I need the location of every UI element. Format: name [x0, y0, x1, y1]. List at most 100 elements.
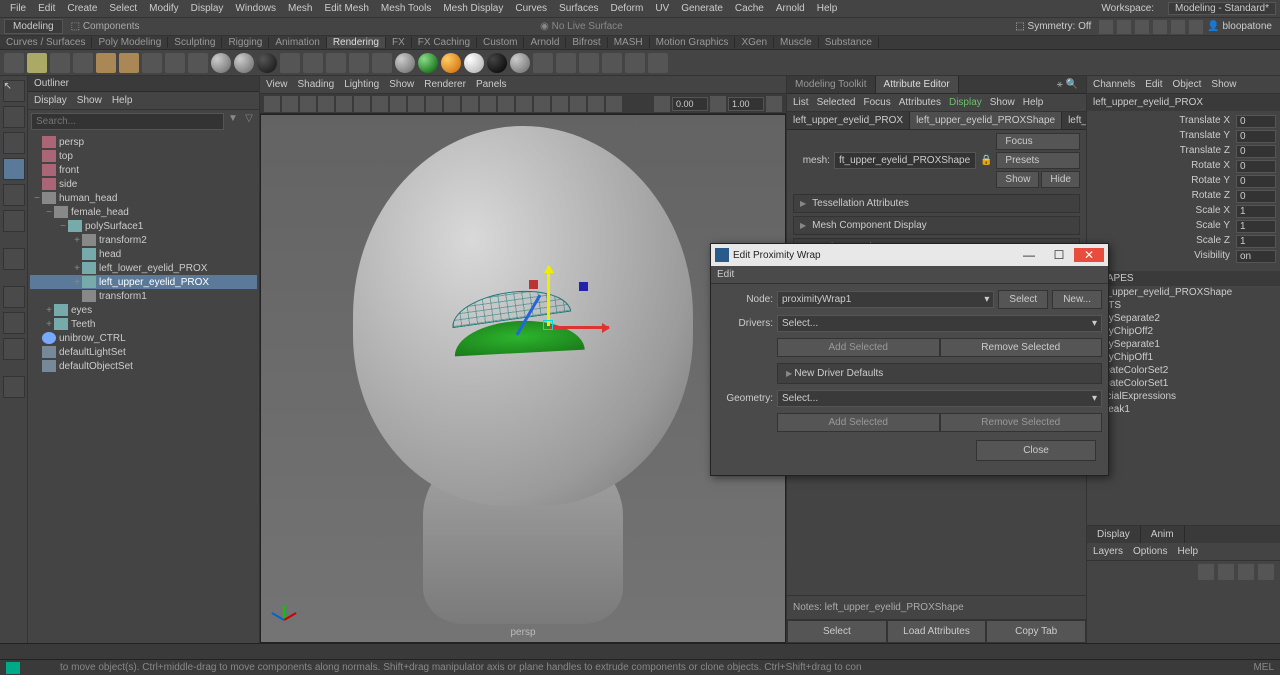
status-icon[interactable] [1153, 20, 1167, 34]
attr-menu-help[interactable]: Help [1023, 97, 1044, 108]
channel-menu-object[interactable]: Object [1173, 79, 1202, 90]
shelf-tab-animation[interactable]: Animation [269, 37, 326, 48]
timeline[interactable] [0, 643, 1280, 659]
anim-tab[interactable]: Anim [1141, 526, 1185, 543]
lasso-tool[interactable] [3, 106, 25, 128]
menu-mesh-tools[interactable]: Mesh Tools [375, 3, 437, 14]
geometry-remove-selected-button[interactable]: Remove Selected [940, 413, 1103, 432]
material-sphere-icon[interactable] [510, 53, 530, 73]
viewport-menu-shading[interactable]: Shading [298, 79, 335, 90]
outliner-item-polysurface1[interactable]: −polySurface1 [30, 219, 257, 233]
layout-tool[interactable] [3, 376, 25, 398]
menu-display[interactable]: Display [185, 3, 230, 14]
menu-generate[interactable]: Generate [675, 3, 729, 14]
outliner-menu-show[interactable]: Show [77, 95, 102, 106]
channel-visibility[interactable]: Visibilityon [1091, 249, 1276, 264]
drivers-add-selected-button[interactable]: Add Selected [777, 338, 940, 357]
menu-windows[interactable]: Windows [229, 3, 282, 14]
shelf-icon[interactable] [142, 53, 162, 73]
shelf-icon[interactable] [165, 53, 185, 73]
focus-button[interactable]: Focus [996, 133, 1080, 150]
mesh-name-input[interactable] [834, 152, 976, 169]
shelf-icon[interactable] [4, 53, 24, 73]
shelf-icon[interactable] [372, 53, 392, 73]
outliner-item-transform1[interactable]: transform1 [30, 289, 257, 303]
outliner-item-left-upper-eyelid-prox[interactable]: +left_upper_eyelid_PROX [30, 275, 257, 289]
menu-curves[interactable]: Curves [509, 3, 553, 14]
material-sphere-icon[interactable] [257, 53, 277, 73]
menu-deform[interactable]: Deform [605, 3, 650, 14]
shelf-tab-bifrost[interactable]: Bifrost [566, 37, 607, 48]
show-button[interactable]: Show [996, 171, 1039, 188]
close-dialog-button[interactable]: Close [976, 440, 1096, 461]
menu-help[interactable]: Help [811, 3, 844, 14]
channel-node-name[interactable]: left_upper_eyelid_PROX [1087, 94, 1280, 111]
channel-rotate-y[interactable]: Rotate Y0 [1091, 174, 1276, 189]
layer-icon[interactable] [1218, 564, 1234, 580]
viewport-menu-lighting[interactable]: Lighting [344, 79, 379, 90]
drivers-remove-selected-button[interactable]: Remove Selected [940, 338, 1103, 357]
material-sphere-icon[interactable] [234, 53, 254, 73]
viewport-menu-renderer[interactable]: Renderer [424, 79, 466, 90]
new-node-button[interactable]: New... [1052, 290, 1102, 309]
workspace-dropdown[interactable]: Modeling - Standard* [1168, 2, 1276, 15]
material-sphere-icon[interactable] [487, 53, 507, 73]
shelf-tab-custom[interactable]: Custom [477, 37, 524, 48]
geometry-add-selected-button[interactable]: Add Selected [777, 413, 940, 432]
attr-menu-selected[interactable]: Selected [817, 97, 856, 108]
menu-select[interactable]: Select [103, 3, 143, 14]
shelf-icon[interactable] [96, 53, 116, 73]
channel-translate-y[interactable]: Translate Y0 [1091, 129, 1276, 144]
material-sphere-icon[interactable] [211, 53, 231, 73]
shelf-icon[interactable] [119, 53, 139, 73]
layer-icon[interactable] [1238, 564, 1254, 580]
tab-modeling-toolkit[interactable]: Modeling Toolkit [787, 76, 876, 93]
shape-node[interactable]: reateColorSet1 [1087, 377, 1280, 390]
menu-arnold[interactable]: Arnold [770, 3, 811, 14]
viewport-icon[interactable] [264, 96, 280, 112]
hide-button[interactable]: Hide [1041, 171, 1080, 188]
shelf-icon[interactable] [625, 53, 645, 73]
copy-tab-button[interactable]: Copy Tab [986, 620, 1086, 643]
menu-cache[interactable]: Cache [729, 3, 770, 14]
channel-menu-edit[interactable]: Edit [1145, 79, 1162, 90]
channel-translate-z[interactable]: Translate Z0 [1091, 144, 1276, 159]
outliner-item-head[interactable]: head [30, 247, 257, 261]
maximize-button[interactable]: ☐ [1044, 248, 1074, 262]
symmetry-dropdown[interactable]: ⬚ Symmetry: Off [1015, 21, 1091, 32]
search-clear-icon[interactable]: ▼ [226, 113, 240, 130]
channel-menu-channels[interactable]: Channels [1093, 79, 1135, 90]
shelf-icon[interactable] [73, 53, 93, 73]
channel-scale-x[interactable]: Scale X1 [1091, 204, 1276, 219]
status-icon[interactable] [1135, 20, 1149, 34]
panel-icons[interactable]: ⚹ 🔍 [1049, 76, 1086, 93]
outliner-item-unibrow-ctrl[interactable]: unibrow_CTRL [30, 331, 257, 345]
shelf-icon[interactable] [349, 53, 369, 73]
menu-uv[interactable]: UV [649, 3, 675, 14]
shelf-tab-fx[interactable]: FX [386, 37, 412, 48]
username[interactable]: 👤 bloopatone [1203, 21, 1276, 32]
menu-edit[interactable]: Edit [32, 3, 61, 14]
dialog-edit-menu[interactable]: Edit [711, 266, 1108, 284]
outliner-item-top[interactable]: top [30, 149, 257, 163]
shelf-tab-muscle[interactable]: Muscle [774, 37, 819, 48]
select-tool[interactable]: ↖ [3, 80, 25, 102]
channel-menu-show[interactable]: Show [1211, 79, 1236, 90]
presets-button[interactable]: Presets [996, 152, 1080, 169]
section-tessellation-attributes[interactable]: Tessellation Attributes [794, 195, 1079, 212]
shelf-icon[interactable] [188, 53, 208, 73]
channel-translate-x[interactable]: Translate X0 [1091, 114, 1276, 129]
scale-tool[interactable] [3, 210, 25, 232]
menu-surfaces[interactable]: Surfaces [553, 3, 604, 14]
notes-area[interactable]: Notes: left_upper_eyelid_PROXShape [787, 595, 1086, 619]
move-tool[interactable] [3, 158, 25, 180]
layer-icon[interactable] [1258, 564, 1274, 580]
shelf-tab-sculpting[interactable]: Sculpting [168, 37, 222, 48]
rotate-tool[interactable] [3, 184, 25, 206]
status-icon[interactable] [1117, 20, 1131, 34]
material-sphere-icon[interactable] [418, 53, 438, 73]
shape-node[interactable]: reateColorSet2 [1087, 364, 1280, 377]
outliner-item-defaultobjectset[interactable]: defaultObjectSet [30, 359, 257, 373]
mode-dropdown[interactable]: Modeling [4, 19, 63, 34]
status-icon[interactable] [1099, 20, 1113, 34]
